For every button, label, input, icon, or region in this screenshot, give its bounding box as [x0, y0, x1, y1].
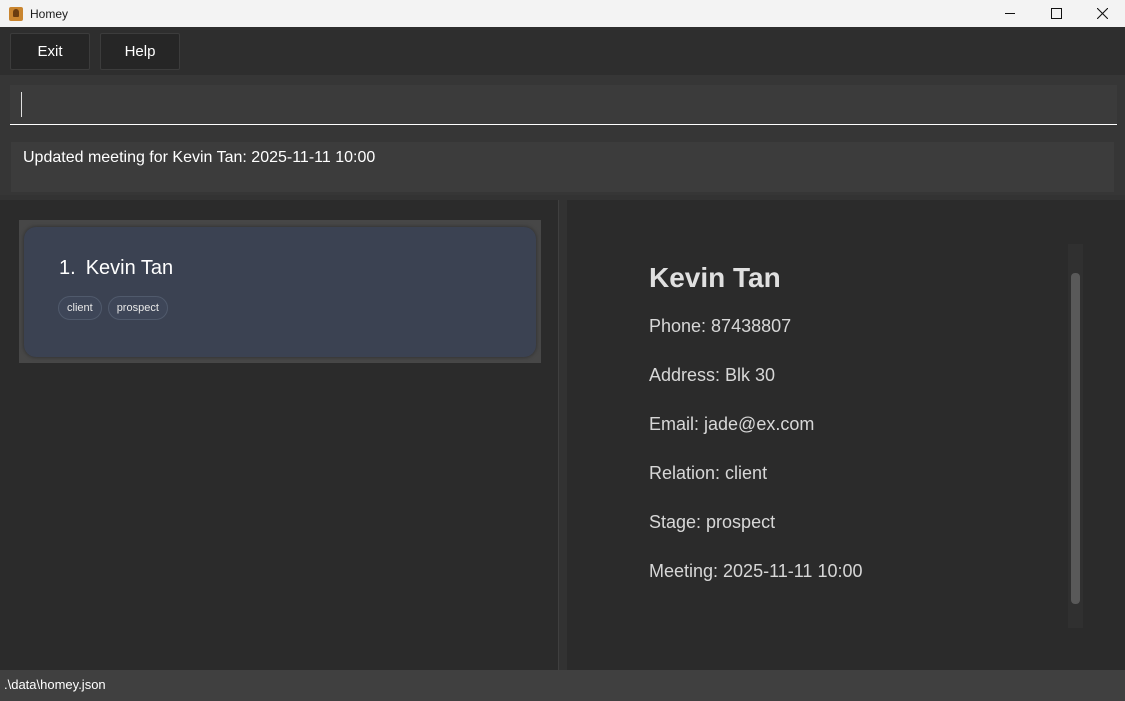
- scrollbar-thumb[interactable]: [1071, 273, 1080, 604]
- detail-stage: Stage: prospect: [649, 512, 776, 532]
- minimize-icon[interactable]: [987, 0, 1033, 27]
- command-input[interactable]: [10, 85, 1117, 125]
- app-icon: [9, 6, 23, 21]
- split-pane-divider[interactable]: [558, 200, 567, 670]
- detail-phone: Phone: 87438807: [649, 316, 792, 336]
- help-button[interactable]: Help: [100, 33, 180, 70]
- text-caret: [21, 92, 22, 117]
- list-item[interactable]: 1. Kevin Tan client prospect: [19, 220, 541, 363]
- title-bar: Homey: [0, 0, 1125, 27]
- detail-name: Kevin Tan: [649, 262, 781, 293]
- data-file-path: .\data\homey.json: [4, 677, 106, 692]
- result-display-area: Updated meeting for Kevin Tan: 2025-11-1…: [0, 134, 1125, 195]
- exit-button[interactable]: Exit: [10, 33, 90, 70]
- maximize-icon[interactable]: [1033, 0, 1079, 27]
- person-name: Kevin Tan: [85, 257, 174, 279]
- command-box-area: [0, 75, 1125, 134]
- person-card[interactable]: 1. Kevin Tan client prospect: [24, 227, 536, 357]
- status-bar: .\data\homey.json: [0, 670, 1125, 701]
- detail-email: Email: jade@ex.com: [649, 414, 815, 434]
- tag-list: client prospect: [58, 296, 168, 320]
- tag-client: client: [58, 296, 102, 320]
- person-index: 1.: [59, 257, 76, 279]
- menu-bar: Exit Help: [0, 27, 1125, 75]
- detail-scrollbar[interactable]: [1068, 244, 1083, 628]
- close-icon[interactable]: [1079, 0, 1125, 27]
- detail-address: Address: Blk 30: [649, 365, 776, 385]
- person-detail-panel: Kevin Tan Phone: 87438807 Address: Blk 3…: [567, 200, 1125, 670]
- window-controls: [987, 0, 1125, 27]
- person-details: Kevin Tan Phone: 87438807 Address: Blk 3…: [649, 262, 863, 609]
- detail-meeting: Meeting: 2025-11-11 10:00: [649, 561, 863, 581]
- detail-relation: Relation: client: [649, 463, 768, 483]
- person-card-title: 1. Kevin Tan: [59, 257, 173, 280]
- result-message: Updated meeting for Kevin Tan: 2025-11-1…: [11, 142, 1114, 192]
- tag-prospect: prospect: [107, 296, 168, 320]
- window-title: Homey: [30, 6, 69, 21]
- person-list-panel: 1. Kevin Tan client prospect: [0, 200, 558, 670]
